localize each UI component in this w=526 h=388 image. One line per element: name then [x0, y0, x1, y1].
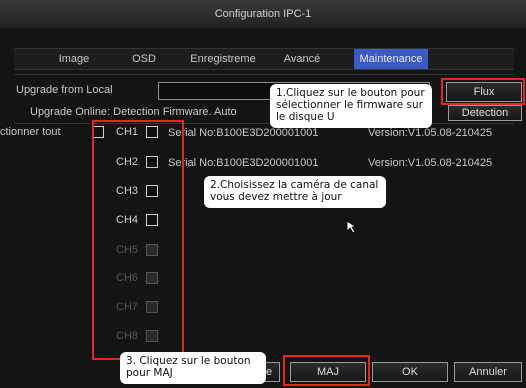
flux-button[interactable]: Flux	[446, 82, 522, 102]
channel-checkbox-ch7	[146, 301, 158, 313]
channel-version-ch1: Version:V1.05.08-210425	[368, 127, 493, 139]
window-title: Configuration IPC-1	[0, 0, 526, 28]
callout-step-3: 3. Cliquez sur le bouton pour MAJ	[120, 352, 266, 384]
tab-bar: Image OSD Enregistreme Avancé Maintenanc…	[14, 48, 514, 70]
select-all-label: ctionner tout	[0, 126, 61, 138]
channel-label-ch2: CH2	[116, 156, 139, 168]
tab-osd[interactable]: OSD	[126, 49, 162, 69]
channel-checkbox-ch6	[146, 272, 158, 284]
channel-label-ch7: CH7	[116, 301, 139, 313]
channel-label-ch4: CH4	[116, 214, 139, 226]
channel-checkbox-ch1[interactable]	[146, 126, 158, 138]
config-window: Configuration IPC-1 Image OSD Enregistre…	[0, 0, 526, 388]
channel-checkbox-ch2[interactable]	[146, 156, 158, 168]
channel-serial-ch1: Serial No:B100E3D200001001	[168, 127, 319, 139]
tab-avance[interactable]: Avancé	[272, 49, 332, 69]
tab-image[interactable]: Image	[52, 49, 96, 69]
maj-button[interactable]: MAJ	[290, 362, 366, 382]
channel-label-ch5: CH5	[116, 244, 139, 256]
divider	[14, 74, 514, 75]
ok-button[interactable]: OK	[372, 362, 448, 382]
callout-step-1: 1.Cliquez sur le bouton pour sélectionne…	[270, 84, 432, 128]
channel-checkbox-ch8	[146, 330, 158, 342]
divider	[14, 123, 514, 124]
channel-checkbox-ch3[interactable]	[146, 185, 158, 197]
mouse-cursor-icon	[346, 220, 358, 234]
select-all-checkbox[interactable]	[92, 126, 104, 138]
channel-checkbox-ch5	[146, 244, 158, 256]
tab-enregistrement[interactable]: Enregistreme	[182, 49, 264, 69]
channel-label-ch3: CH3	[116, 185, 139, 197]
channel-label-ch8: CH8	[116, 330, 139, 342]
channel-checkbox-ch4[interactable]	[146, 214, 158, 226]
channel-serial-ch2: Serial No:B100E3D200001001	[168, 157, 319, 169]
tab-maintenance[interactable]: Maintenance	[354, 49, 428, 69]
callout-step-2: 2.Choisissez la caméra de canal vous dev…	[204, 176, 386, 208]
cancel-button[interactable]: Annuler	[454, 362, 522, 382]
channel-label-ch1: CH1	[116, 126, 139, 138]
upgrade-online-label: Upgrade Online: Detection Firmware. Auto	[30, 106, 237, 118]
channel-label-ch6: CH6	[116, 272, 139, 284]
upgrade-local-label: Upgrade from Local	[16, 84, 113, 96]
detection-button[interactable]: Detection	[448, 105, 522, 121]
channel-version-ch2: Version:V1.05.08-210425	[368, 157, 493, 169]
